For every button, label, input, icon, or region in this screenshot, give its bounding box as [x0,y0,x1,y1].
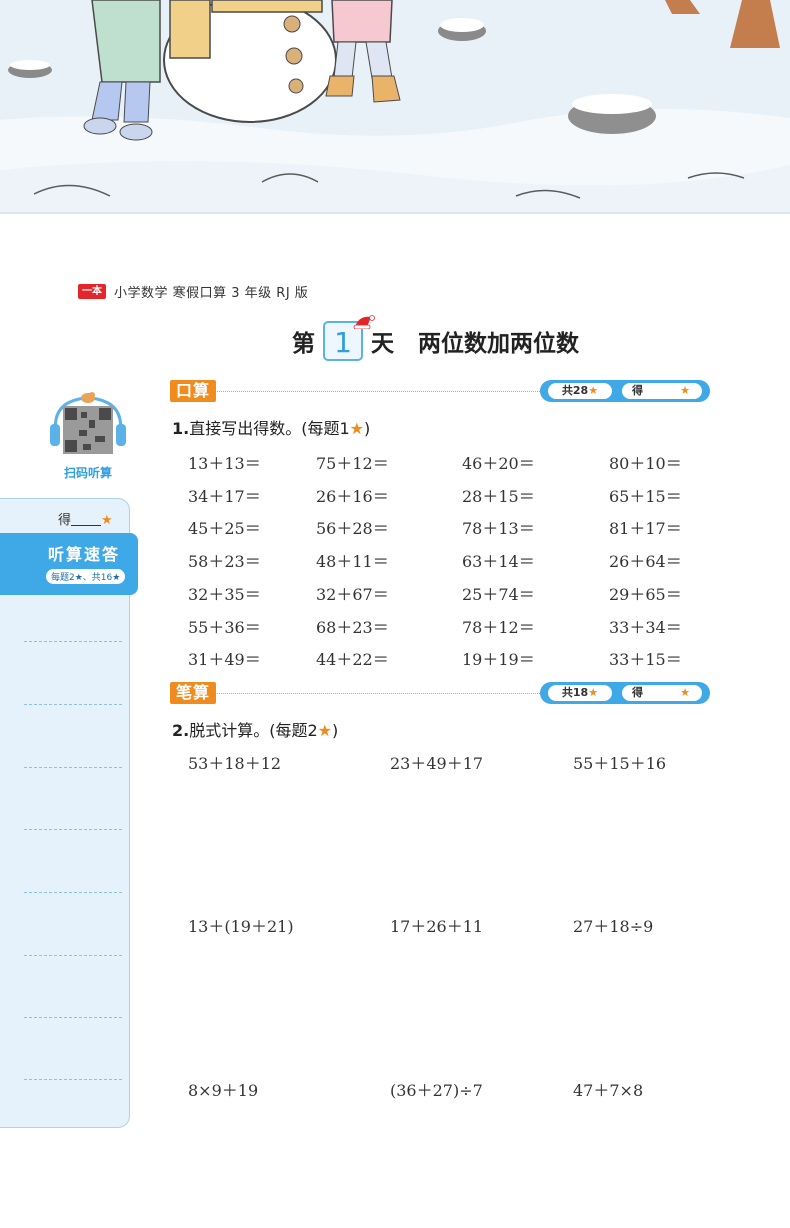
santa-hat-icon [353,315,375,329]
answer-line[interactable] [24,641,122,642]
written-problem: (36＋27)÷7 [390,1081,483,1100]
answer-line[interactable] [24,1017,122,1018]
oral-problem: 29＋65＝ [609,584,682,604]
oral-problem: 25＋74＝ [462,584,535,604]
day-number-box: 1 [323,315,375,361]
oral-problem: 34＋17＝ [188,486,261,506]
day-title: 第 1 天 两位数加两位数 [292,315,579,364]
listening-answer-panel: 得 ★ 听算速答 每题2★、共16★ [0,498,138,1128]
oral-problem: 56＋28＝ [316,519,389,539]
answer-line[interactable] [24,892,122,893]
written-problem: 47＋7×8 [573,1081,644,1100]
oral-problem: 45＋25＝ [188,519,261,539]
question-1-close: ) [364,419,371,438]
question-1-number: 1. [172,419,190,438]
question-2-text: 脱式计算。(每题2 [189,721,318,740]
answer-line[interactable] [24,1079,122,1080]
written-problem: 13＋(19＋21) [188,917,294,936]
question-2-number: 2. [172,721,190,740]
written-problem: 55＋15＋16 [573,754,667,773]
written-problem: 8×9＋19 [188,1081,259,1100]
sidebar-score-label: 得 [58,513,72,528]
star-icon: ★ [680,384,690,397]
day-prefix: 第 [292,331,315,357]
question-2-close: ) [332,721,339,740]
oral-problem: 48＋11＝ [316,552,389,572]
answer-line[interactable] [24,829,122,830]
section-written-score: 共18★ 得 ★ [540,682,710,704]
oral-problem: 78＋13＝ [462,519,535,539]
sidebar-title: 听算速答 [48,545,121,564]
section-oral-total: 共28★ [548,383,612,399]
section-oral-get-label: 得 [632,384,643,397]
oral-problem: 44＋22＝ [316,650,389,670]
question-2-title: 2.脱式计算。(每题2★) [172,717,338,741]
oral-problem: 26＋16＝ [316,486,389,506]
sidebar-score-blank[interactable] [71,513,102,526]
day-topic: 两位数加两位数 [418,331,579,357]
sidebar-score: 得 ★ [58,509,113,528]
oral-problem: 58＋23＝ [188,552,261,572]
answer-line[interactable] [24,704,122,705]
answer-line[interactable] [24,955,122,956]
written-problem: 23＋49＋17 [390,754,484,773]
oral-problem: 81＋17＝ [609,519,682,539]
star-icon: ★ [349,419,364,438]
book-header: 一本 小学数学 寒假口算 3 年级 RJ 版 [78,283,309,301]
qr-block[interactable]: 扫码听算 [50,390,126,481]
section-oral-get[interactable]: 得 ★ [622,383,702,399]
book-title: 小学数学 寒假口算 3 年级 RJ 版 [114,285,309,301]
oral-problem: 80＋10＝ [609,454,682,473]
oral-problem: 13＋13＝ [188,454,261,473]
oral-problem: 31＋49＝ [188,650,261,670]
section-oral-bar: 口算 共28★ 得 ★ [170,380,710,402]
written-problem: 27＋18÷9 [573,917,654,936]
written-problem: 53＋18＋12 [188,754,282,773]
section-written-get[interactable]: 得 ★ [622,685,702,701]
section-written-total: 共18★ [548,685,612,701]
winter-snowman-illustration [0,0,790,214]
day-suffix: 天 [371,331,394,357]
answer-line[interactable] [24,767,122,768]
oral-problem: 32＋35＝ [188,584,261,604]
oral-problem: 19＋19＝ [462,650,535,670]
section-oral-total-text: 共28 [561,384,589,397]
oral-problem: 26＋64＝ [609,552,682,572]
qr-label: 扫码听算 [63,466,112,480]
section-written-bar: 笔算 共18★ 得 ★ [170,682,710,704]
section-written-get-label: 得 [632,686,643,699]
oral-problem: 63＋14＝ [462,552,535,572]
oral-problem: 33＋34＝ [609,617,682,637]
oral-problem: 68＋23＝ [316,617,389,637]
oral-problem: 28＋15＝ [462,486,535,506]
star-icon: ★ [317,721,332,740]
section-written-total-text: 共18 [561,686,589,699]
written-problem: 17＋26＋11 [390,917,484,936]
oral-problem: 75＋12＝ [316,454,389,473]
oral-problem: 46＋20＝ [462,454,535,473]
section-oral-tag: 口算 [170,380,217,402]
oral-problem: 32＋67＝ [316,584,389,604]
section-oral-score: 共28★ 得 ★ [540,380,710,402]
sidebar-subtitle: 每题2★、共16★ [46,569,126,584]
section-written-tag: 笔算 [170,682,217,704]
oral-problem: 33＋15＝ [609,650,682,670]
qr-code-icon[interactable] [50,390,126,456]
oral-problem: 65＋15＝ [609,486,682,506]
question-1-title: 1.直接写出得数。(每题1★) [172,415,370,439]
star-icon: ★ [588,686,599,699]
star-icon: ★ [101,513,113,528]
sidebar-header: 听算速答 每题2★、共16★ [0,533,138,595]
oral-problem: 78＋12＝ [462,617,535,637]
publisher-logo: 一本 [78,283,106,299]
day-number: 1 [334,326,352,359]
question-1-text: 直接写出得数。(每题1 [189,419,350,438]
star-icon: ★ [680,686,690,699]
oral-problem: 55＋36＝ [188,617,261,637]
star-icon: ★ [588,384,599,397]
